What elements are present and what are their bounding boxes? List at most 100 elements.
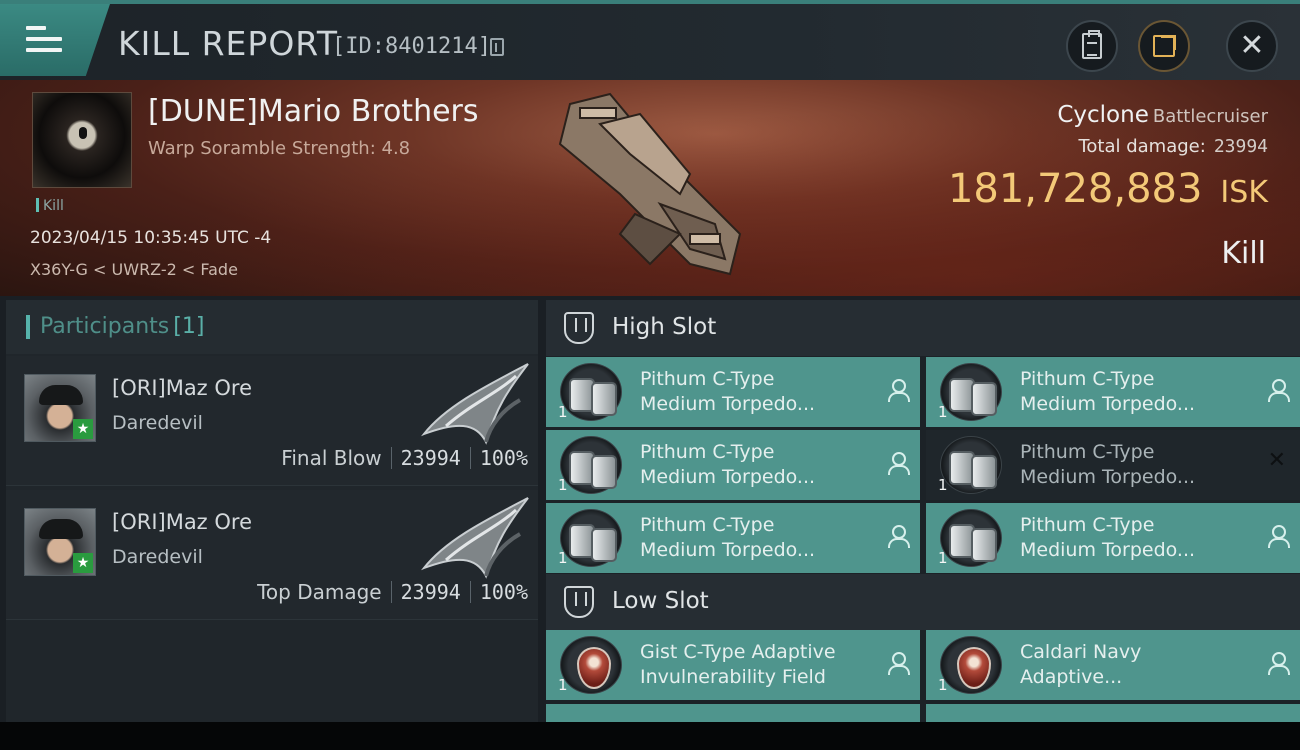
standing-star-icon: ★	[73, 419, 93, 439]
participant-percent: 100%	[479, 580, 528, 604]
dropped-person-icon	[1268, 652, 1290, 675]
dropped-person-icon	[888, 652, 910, 675]
module-name: Pithum C-Type Medium Torpedo...	[640, 441, 816, 488]
participants-header: Participants [1]	[6, 300, 538, 354]
hamburger-icon	[26, 26, 62, 54]
module-name: Pithum C-Type Medium Torpedo...	[1020, 368, 1196, 415]
report-id: [ID:8401214]	[332, 34, 491, 59]
participant-percent: 100%	[479, 446, 528, 470]
module-name: Pithum C-Type Medium Torpedo...	[1020, 514, 1196, 561]
module-name: Pithum C-Type Medium Torpedo...	[640, 368, 816, 415]
clipboard-button[interactable]	[1066, 20, 1118, 72]
participant-name[interactable]: [ORI]Maz Ore	[112, 510, 252, 534]
torpedo-launcher-icon	[560, 436, 622, 494]
fitting-panel: High Slot 1 Pithum C-Type Medium Torpedo.…	[546, 300, 1300, 722]
ship-class: Battlecruiser	[1152, 106, 1268, 127]
participant-ship: Daredevil	[112, 546, 203, 568]
module-quantity: 1	[558, 676, 568, 694]
isk-value: 181,728,883 ISK	[947, 166, 1268, 212]
low-slot-title: Low Slot	[612, 588, 709, 614]
adaptive-hardener-icon	[940, 636, 1002, 694]
participant-avatar[interactable]: ★	[24, 508, 96, 576]
page-title: KILL REPORT	[118, 24, 338, 63]
participants-panel: Participants [1] ★ [ORI]Maz Ore Daredevil…	[6, 300, 538, 722]
module-name: Pithum C-Type Medium Torpedo...	[1020, 441, 1196, 488]
victim-ship-name[interactable]: Cyclone Battlecruiser	[1057, 102, 1268, 128]
share-icon	[1153, 35, 1176, 57]
warp-scramble-strength: Warp Soramble Strength: 4.8	[148, 138, 411, 159]
daredevil-ship-icon	[421, 363, 529, 445]
participant-damage: 23994	[400, 446, 461, 470]
module-name: Gist C-Type Adaptive Invulnerability Fiel…	[640, 641, 836, 688]
module-name: Caldari Navy Adaptive...	[1020, 641, 1142, 688]
high-slot-title: High Slot	[612, 314, 717, 340]
close-button[interactable]: ✕	[1226, 20, 1278, 72]
participants-title: Participants [1]	[40, 314, 205, 339]
module-quantity: 1	[558, 549, 568, 567]
menu-button[interactable]	[0, 4, 110, 76]
module-item[interactable]: 1 Pithum C-Type Medium Torpedo...	[546, 503, 920, 573]
torpedo-launcher-icon	[940, 363, 1002, 421]
dropped-person-icon	[888, 379, 910, 402]
total-damage: Total damage: 23994	[1078, 136, 1268, 157]
module-item-partial[interactable]	[546, 704, 920, 722]
copy-icon[interactable]	[490, 38, 504, 56]
participant-role: Final Blow	[281, 446, 382, 470]
participant-stats: Final Blow 23994 100%	[281, 446, 528, 470]
dropped-person-icon	[1268, 379, 1290, 402]
share-button[interactable]	[1138, 20, 1190, 72]
kill-timestamp: 2023/04/15 10:35:45 UTC -4	[30, 228, 272, 248]
standing-star-icon: ★	[73, 553, 93, 573]
participant-row[interactable]: ★ [ORI]Maz Ore Daredevil Final Blow 23994…	[6, 356, 538, 486]
low-slot-icon	[564, 586, 594, 618]
victim-ship-render[interactable]	[540, 84, 760, 284]
module-quantity: 1	[938, 549, 948, 567]
victim-avatar[interactable]	[32, 92, 132, 188]
low-slot-header: Low Slot	[546, 574, 1300, 630]
kill-result-label: Kill	[1221, 236, 1266, 271]
module-item[interactable]: 1 Pithum C-Type Medium Torpedo...	[926, 503, 1300, 573]
module-item[interactable]: 1 Pithum C-Type Medium Torpedo... ✕	[926, 430, 1300, 500]
participant-ship: Daredevil	[112, 412, 203, 434]
participant-stats: Top Damage 23994 100%	[257, 580, 528, 604]
dropped-person-icon	[888, 452, 910, 475]
module-name: Pithum C-Type Medium Torpedo...	[640, 514, 816, 561]
module-item[interactable]: 1 Pithum C-Type Medium Torpedo...	[926, 357, 1300, 427]
torpedo-launcher-icon	[940, 436, 1002, 494]
daredevil-ship-icon	[421, 497, 529, 579]
module-quantity: 1	[558, 403, 568, 421]
close-icon: ✕	[1239, 28, 1265, 63]
victim-hero: [DUNE]Mario Brothers Warp Soramble Stren…	[0, 80, 1300, 296]
module-quantity: 1	[558, 476, 568, 494]
destroyed-x-icon: ✕	[1267, 448, 1286, 473]
module-quantity: 1	[938, 476, 948, 494]
module-quantity: 1	[938, 676, 948, 694]
module-item-partial[interactable]	[926, 704, 1300, 722]
header-bar: KILL REPORT [ID:8401214] ✕	[0, 0, 1300, 80]
next-module-row-partial	[546, 704, 1300, 722]
torpedo-launcher-icon	[940, 509, 1002, 567]
participant-name[interactable]: [ORI]Maz Ore	[112, 376, 252, 400]
bottom-bar	[0, 722, 1300, 750]
dropped-person-icon	[1268, 525, 1290, 548]
kill-tag: Kill	[36, 198, 64, 214]
clipboard-icon	[1082, 30, 1102, 59]
victim-name[interactable]: [DUNE]Mario Brothers	[148, 94, 479, 129]
high-slot-header: High Slot	[546, 300, 1300, 356]
module-quantity: 1	[938, 403, 948, 421]
module-item[interactable]: 1 Caldari Navy Adaptive...	[926, 630, 1300, 700]
kill-report-window: KILL REPORT [ID:8401214] ✕ [DUNE]Mario B…	[0, 0, 1300, 722]
participant-damage: 23994	[400, 580, 461, 604]
module-item[interactable]: 1 Gist C-Type Adaptive Invulnerability Fi…	[546, 630, 920, 700]
module-item[interactable]: 1 Pithum C-Type Medium Torpedo...	[546, 357, 920, 427]
module-item[interactable]: 1 Pithum C-Type Medium Torpedo...	[546, 430, 920, 500]
participant-role: Top Damage	[257, 580, 382, 604]
dropped-person-icon	[888, 525, 910, 548]
high-slot-icon	[564, 312, 594, 344]
participant-avatar[interactable]: ★	[24, 374, 96, 442]
kill-location[interactable]: X36Y-G < UWRZ-2 < Fade	[30, 260, 238, 279]
participant-row[interactable]: ★ [ORI]Maz Ore Daredevil Top Damage 23994…	[6, 490, 538, 620]
torpedo-launcher-icon	[560, 363, 622, 421]
torpedo-launcher-icon	[560, 509, 622, 567]
invulnerability-field-icon	[560, 636, 622, 694]
